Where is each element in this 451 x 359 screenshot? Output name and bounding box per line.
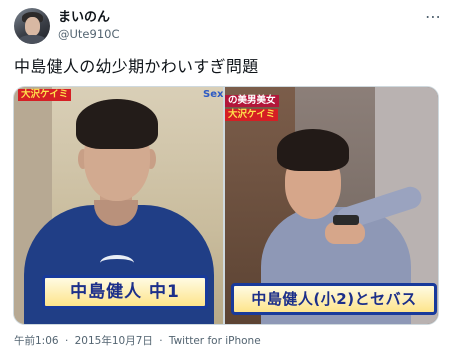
tweet-meta: 午前1:06 · 2015年10月7日 · Twitter for iPhone (14, 334, 261, 348)
meta-separator: · (159, 335, 163, 347)
meta-separator: · (64, 335, 69, 347)
photo-2-tag-top: の美男美女 (225, 95, 279, 107)
date[interactable]: 2015年10月7日 (75, 335, 153, 347)
photo-2-caption: 中島健人(小2)とセバス (231, 283, 437, 315)
tweet-text: 中島健人の幼少期かわいすぎ問題 (14, 57, 259, 76)
photo-1-tag: 大沢ケイミ (18, 89, 72, 101)
display-name[interactable]: まいのん (58, 10, 110, 26)
photo-1-corner-tag: Sex (203, 89, 223, 100)
handle[interactable]: @Ute910C (58, 27, 119, 41)
timestamp[interactable]: 午前1:06 (14, 335, 59, 347)
avatar[interactable] (14, 8, 50, 44)
media-photo-2[interactable]: の美男美女 大沢ケイミ 中島健人(小2)とセバス (225, 87, 438, 324)
media-grid: 大沢ケイミ Sex 中島健人 中1 の美男美女 大沢ケイミ 中島健人(小2)とセ… (13, 86, 439, 325)
photo-1-caption: 中島健人 中1 (42, 275, 208, 309)
photo-2-tag: 大沢ケイミ (225, 109, 279, 121)
more-icon[interactable]: ⋯ (423, 8, 443, 26)
media-photo-1[interactable]: 大沢ケイミ Sex 中島健人 中1 (14, 87, 223, 324)
source[interactable]: Twitter for iPhone (169, 335, 261, 347)
